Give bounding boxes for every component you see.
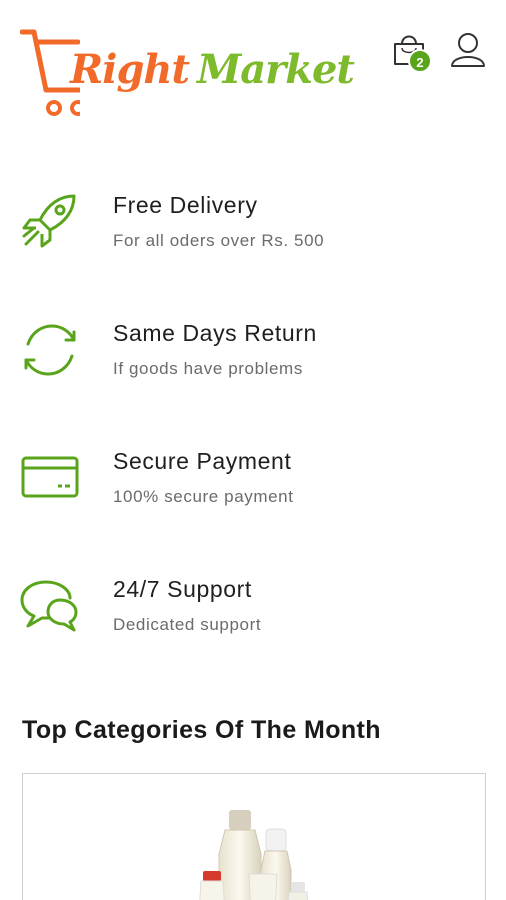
feature-title: 24/7 Support xyxy=(113,576,252,602)
logo-letter-r: R xyxy=(70,46,103,93)
logo-text: Right Market xyxy=(70,46,355,93)
refresh-icon xyxy=(20,320,80,380)
chat-bubbles-icon xyxy=(20,576,80,636)
feature-subtitle: 100% secure payment xyxy=(113,487,294,506)
feature-title: Free Delivery xyxy=(113,192,258,218)
feature-secure-payment: Secure Payment 100% secure payment xyxy=(0,448,506,548)
feature-subtitle: If goods have problems xyxy=(113,359,303,378)
app-header: Right Market 2 xyxy=(0,0,506,130)
right-market-logo[interactable]: Right Market xyxy=(19,26,355,122)
feature-free-delivery: Free Delivery For all oders over Rs. 500 xyxy=(0,192,506,292)
cart-count-badge: 2 xyxy=(408,49,432,73)
feature-same-days-return: Same Days Return If goods have problems xyxy=(0,320,506,420)
category-card[interactable] xyxy=(22,773,486,900)
feature-support: 24/7 Support Dedicated support xyxy=(0,576,506,676)
section-title: Top Categories Of The Month xyxy=(22,716,381,744)
logo-word-ight: ight xyxy=(102,46,190,93)
rocket-icon xyxy=(20,192,80,252)
account-button[interactable] xyxy=(448,30,488,70)
feature-subtitle: Dedicated support xyxy=(113,615,262,634)
user-icon xyxy=(451,33,485,67)
feature-subtitle: For all oders over Rs. 500 xyxy=(113,231,325,250)
logo-word-market: Market xyxy=(196,46,355,93)
credit-card-icon xyxy=(20,448,80,508)
feature-title: Secure Payment xyxy=(113,448,292,474)
feature-title: Same Days Return xyxy=(113,320,317,346)
dairy-products-image xyxy=(199,810,309,900)
